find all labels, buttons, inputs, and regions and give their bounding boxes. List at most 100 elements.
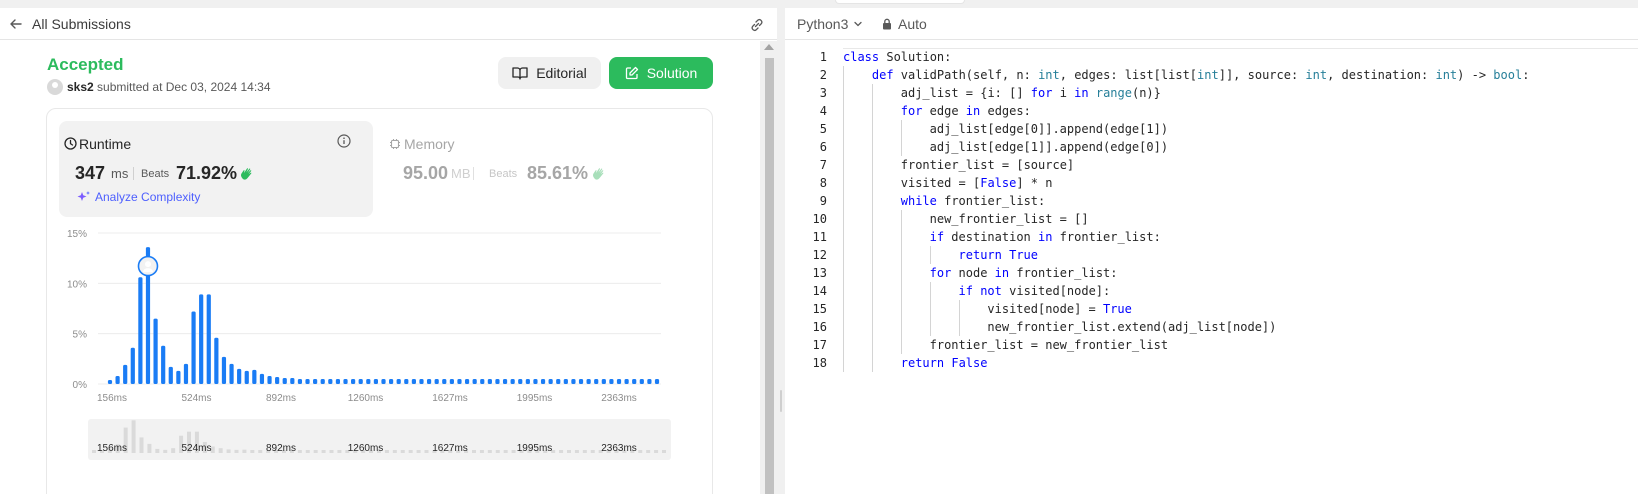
language-select[interactable]: Python3: [797, 16, 863, 32]
chart-bar[interactable]: [639, 378, 644, 384]
chart-bar[interactable]: [396, 378, 401, 384]
solution-button[interactable]: Solution: [609, 57, 713, 89]
code-line[interactable]: 9 while frontier_list:: [785, 192, 1638, 210]
code-line[interactable]: 14 if not visited[node]:: [785, 282, 1638, 300]
chart-bar[interactable]: [457, 378, 462, 384]
chart-bar[interactable]: [540, 378, 546, 384]
chart-bar[interactable]: [305, 378, 310, 384]
chart-bar[interactable]: [609, 378, 614, 384]
code-line[interactable]: 16 new_frontier_list.extend(adj_list[node…: [785, 318, 1638, 336]
chart-bar[interactable]: [495, 378, 500, 384]
chart-bar[interactable]: [343, 378, 348, 384]
code-line[interactable]: 3 adj_list = {i: [] for i in range(n)}: [785, 84, 1638, 102]
code-line[interactable]: 7 frontier_list = [source]: [785, 156, 1638, 174]
chart-bar[interactable]: [616, 378, 622, 384]
chart-bar[interactable]: [351, 378, 356, 384]
chart-bar[interactable]: [381, 378, 386, 384]
chart-bar[interactable]: [252, 369, 257, 384]
chart-bar[interactable]: [586, 378, 591, 384]
back-arrow-icon[interactable]: [9, 17, 23, 31]
chart-bar[interactable]: [161, 345, 166, 384]
chart-bar[interactable]: [388, 378, 394, 384]
code-line[interactable]: 1 class Solution:: [785, 48, 1638, 66]
chart-bar[interactable]: [358, 378, 363, 384]
chart-bar[interactable]: [548, 378, 553, 384]
chart-bar[interactable]: [366, 378, 371, 384]
chart-bar[interactable]: [282, 377, 287, 384]
chart-bar[interactable]: [426, 378, 432, 384]
chart-bar[interactable]: [130, 347, 135, 384]
chart-bar[interactable]: [237, 368, 242, 384]
chart-bar[interactable]: [115, 375, 120, 384]
chart-bar[interactable]: [313, 378, 318, 384]
chart-bar[interactable]: [107, 379, 113, 384]
chart-bar[interactable]: [624, 378, 629, 384]
chart-bar[interactable]: [647, 378, 652, 384]
chart-bar[interactable]: [578, 378, 584, 384]
chart-bar[interactable]: [480, 378, 485, 384]
scroll-up-arrow-icon[interactable]: [764, 44, 774, 50]
chart-bar[interactable]: [654, 378, 660, 384]
chart-bar[interactable]: [510, 378, 515, 384]
submission-scroll-area[interactable]: Accepted sks2 submitted at Dec 03, 2024 …: [0, 41, 760, 494]
chart-bar[interactable]: [404, 378, 409, 384]
chart-bar[interactable]: [502, 378, 508, 384]
editorial-button[interactable]: Editorial: [498, 57, 601, 89]
chart-bar[interactable]: [556, 378, 561, 384]
link-icon[interactable]: [748, 16, 766, 34]
chart-bar[interactable]: [183, 363, 189, 384]
chart-bar[interactable]: [464, 378, 470, 384]
code-line[interactable]: 4 for edge in edges:: [785, 102, 1638, 120]
chart-bar[interactable]: [563, 378, 568, 384]
chart-bar[interactable]: [290, 377, 295, 384]
submitter-name[interactable]: sks2: [67, 80, 94, 94]
chart-bar[interactable]: [168, 366, 173, 384]
chart-bar[interactable]: [434, 378, 439, 384]
chart-bar[interactable]: [442, 378, 447, 384]
info-icon[interactable]: [337, 134, 351, 148]
chart-bar[interactable]: [259, 373, 265, 384]
chart-bar[interactable]: [632, 378, 637, 384]
chart-bar[interactable]: [221, 356, 227, 384]
chart-bar[interactable]: [214, 337, 219, 384]
chart-bar[interactable]: [297, 378, 303, 384]
code-line[interactable]: 2 def validPath(self, n: int, edges: list…: [785, 66, 1638, 84]
chart-bar[interactable]: [518, 378, 523, 384]
chart-bar[interactable]: [153, 318, 158, 384]
chart-bar[interactable]: [335, 378, 341, 384]
code-line[interactable]: 13 for node in frontier_list:: [785, 264, 1638, 282]
chart-bar[interactable]: [571, 378, 576, 384]
chart-bar[interactable]: [176, 370, 181, 384]
all-submissions-link[interactable]: All Submissions: [32, 16, 131, 32]
chart-bar[interactable]: [275, 376, 280, 384]
chart-bar[interactable]: [123, 364, 128, 384]
chart-bar[interactable]: [191, 311, 196, 384]
resize-grip[interactable]: [780, 390, 782, 412]
chart-bar[interactable]: [533, 378, 538, 384]
chart-bar[interactable]: [373, 378, 379, 384]
runtime-distribution-chart[interactable]: 15% 10% 5% 0% 156ms 524ms 892ms 1260ms 1627ms 199…: [46, 221, 706, 494]
analyze-complexity-button[interactable]: Analyze Complexity: [77, 190, 200, 204]
avatar[interactable]: [47, 79, 63, 95]
chart-bar[interactable]: [328, 378, 333, 384]
chart-bar[interactable]: [229, 363, 234, 384]
code-line[interactable]: 15 visited[node] = True: [785, 300, 1638, 318]
chart-bar[interactable]: [320, 378, 325, 384]
code-line[interactable]: 6 adj_list[edge[1]].append(edge[0]): [785, 138, 1638, 156]
chart-bar[interactable]: [487, 378, 492, 384]
code-line[interactable]: 11 if destination in frontier_list:: [785, 228, 1638, 246]
auto-mode-toggle[interactable]: Auto: [882, 16, 927, 32]
chart-bar[interactable]: [206, 294, 211, 384]
code-line[interactable]: 18 return False: [785, 354, 1638, 372]
chart-bar[interactable]: [138, 277, 143, 384]
code-editor[interactable]: 1 class Solution: 2 def validPath(self, n: …: [785, 47, 1638, 494]
chart-bar[interactable]: [267, 375, 272, 384]
memory-title[interactable]: Memory: [404, 136, 455, 152]
scrollbar-thumb[interactable]: [765, 58, 774, 494]
chart-bar[interactable]: [244, 370, 249, 384]
chart-bar[interactable]: [199, 294, 204, 384]
code-line[interactable]: 17 frontier_list = new_frontier_list: [785, 336, 1638, 354]
chart-bar[interactable]: [594, 378, 599, 384]
chart-bar[interactable]: [601, 378, 606, 384]
chart-bar[interactable]: [411, 378, 416, 384]
